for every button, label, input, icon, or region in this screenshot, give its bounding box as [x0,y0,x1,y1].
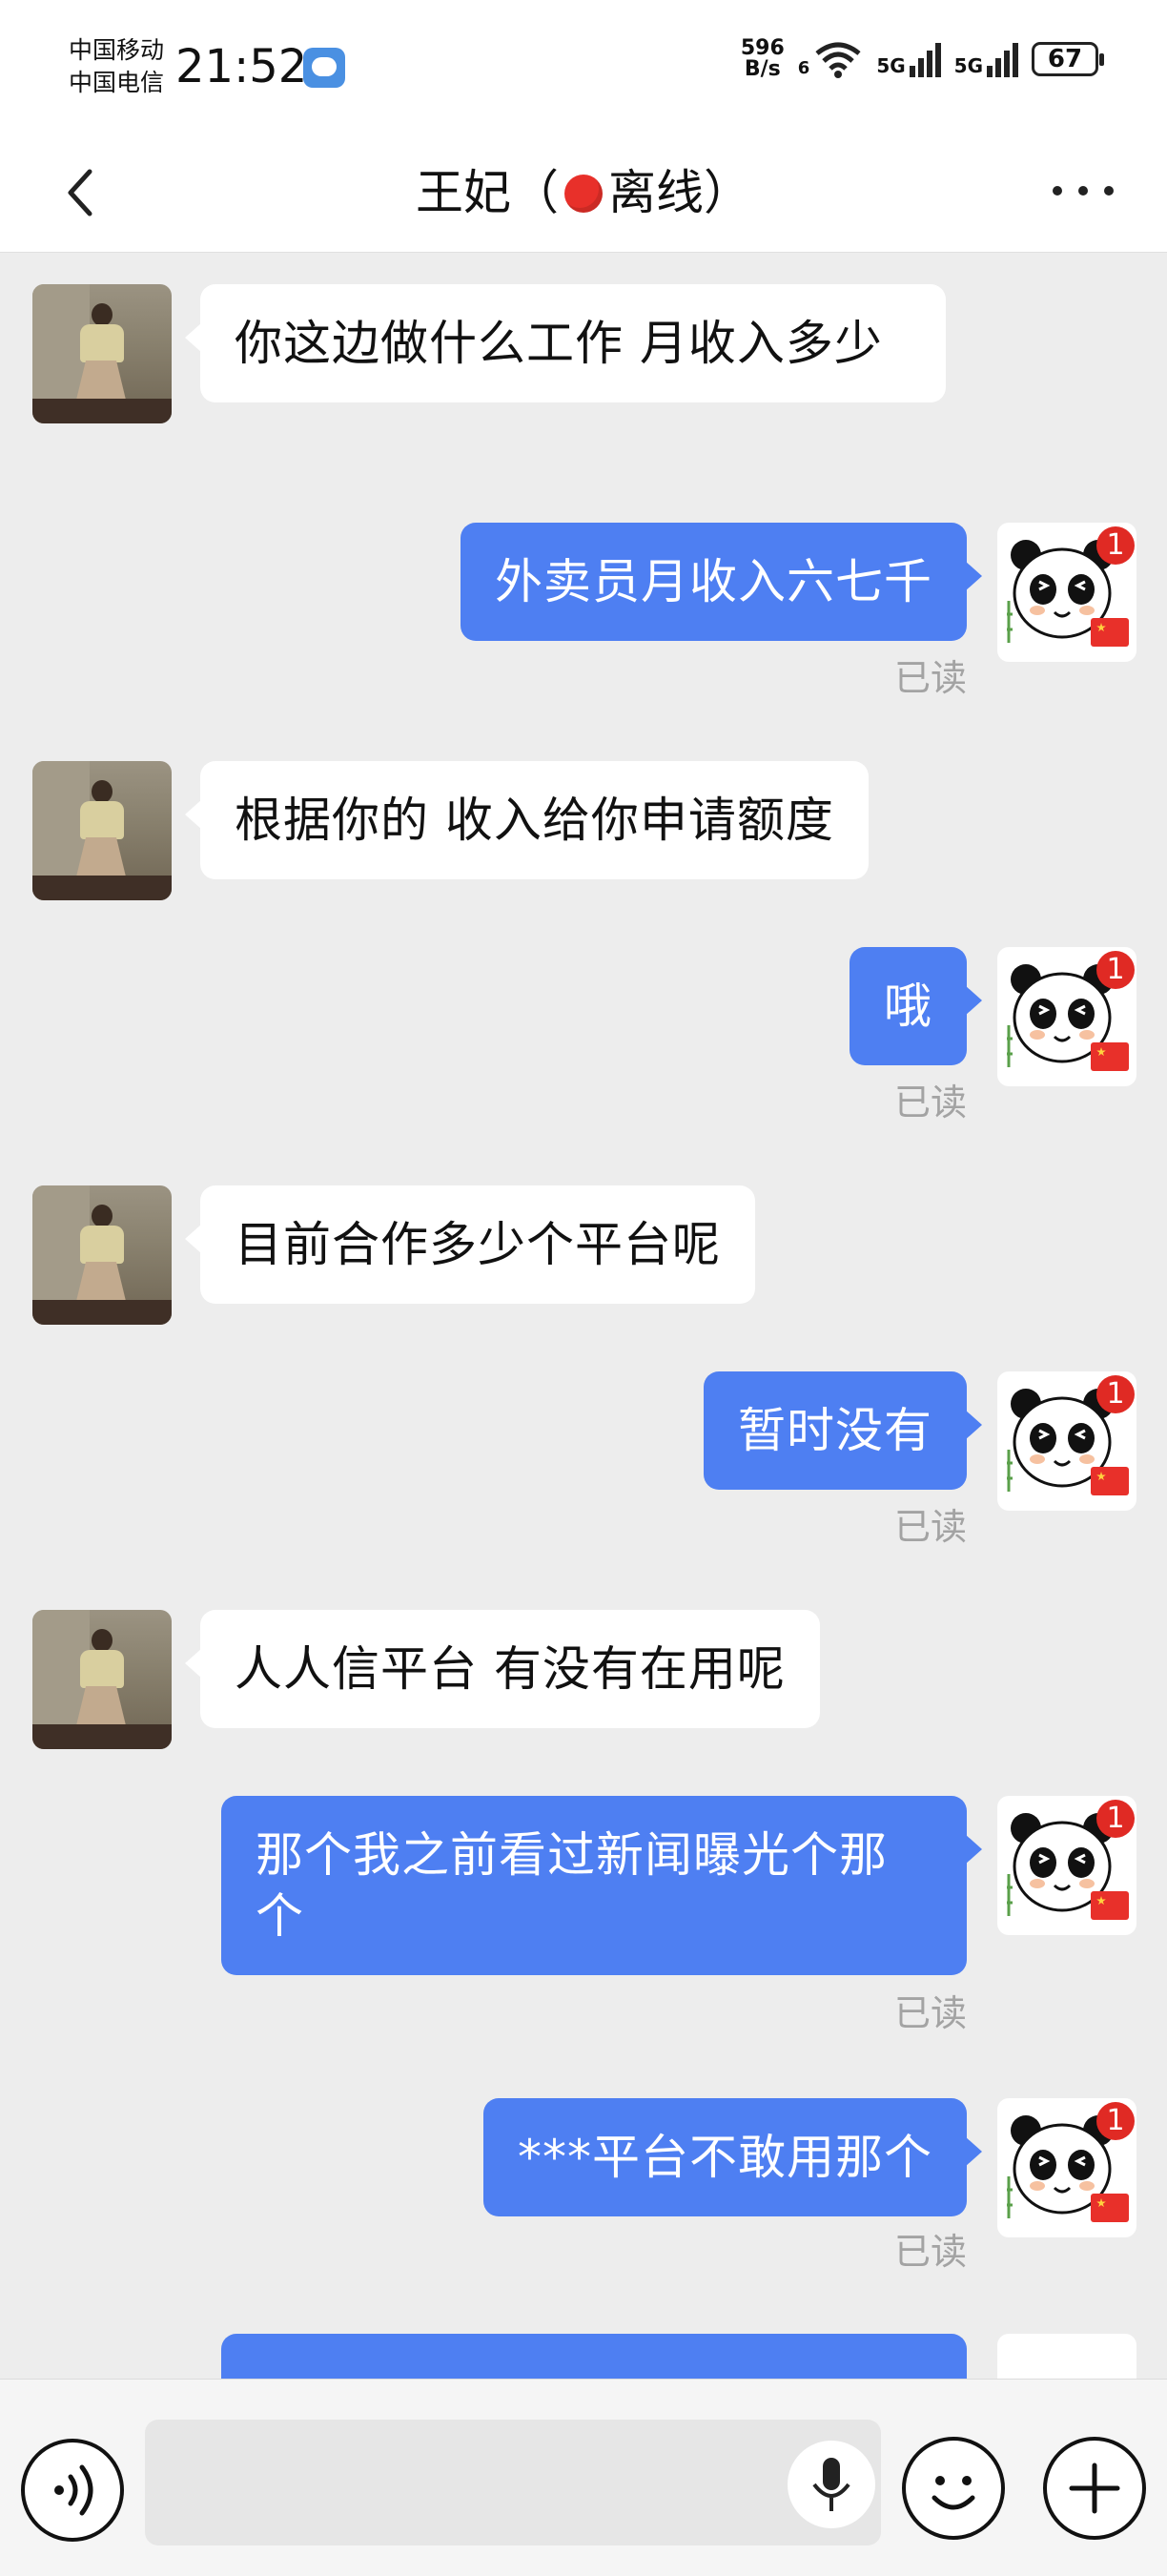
message-bubble-received[interactable]: 人人信平台 有没有在用呢 [185,1610,820,1728]
user-avatar-partial[interactable] [997,2334,1136,2379]
status-indicators: 596 B/s 6 5G 5G 67 [741,38,1104,80]
microphone-icon [812,2458,850,2511]
user-avatar[interactable]: 1 [997,523,1136,662]
message-bubble-sent-partial[interactable] [221,2334,967,2379]
user-avatar[interactable]: 1 [997,1796,1136,1935]
carrier-1: 中国移动 [69,36,165,64]
wifi-indicator: 6 [798,40,864,78]
microphone-button[interactable] [788,2441,875,2528]
message-bubble-sent[interactable]: 哦 [850,947,982,1065]
china-flag-icon [1091,2194,1129,2222]
offline-status-dot-icon [564,175,603,213]
message-bubble-received[interactable]: 目前合作多少个平台呢 [185,1185,755,1304]
china-flag-icon [1091,1891,1129,1920]
unread-badge: 1 [1096,2102,1135,2140]
contact-status: 离线） [608,165,751,220]
message-bubble-received[interactable]: 根据你的 收入给你申请额度 [185,761,869,879]
battery-icon: 67 [1032,42,1104,76]
read-receipt: 已读 [893,657,967,699]
emoji-button[interactable] [902,2437,1005,2540]
message-bubble-sent[interactable]: 暂时没有 [704,1371,982,1490]
message-bubble-received[interactable]: 你这边做什么工作 月收入多少 [185,284,946,402]
contact-avatar[interactable] [32,1610,172,1749]
signal-bars-icon [987,41,1018,77]
chat-header: 王妃（ 离线） [0,134,1167,253]
network-speed-unit: B/s [744,57,781,81]
status-bar: 中国移动 中国电信 21:52 596 B/s 6 5G 5G 67 [0,0,1167,134]
contact-avatar[interactable] [32,1185,172,1325]
message-bubble-sent[interactable]: 外卖员月收入六七千 [461,523,982,641]
unread-badge: 1 [1096,1800,1135,1838]
wifi-label: 6 [797,58,810,78]
contact-avatar[interactable] [32,284,172,423]
plus-icon [1069,2463,1120,2514]
read-receipt: 已读 [893,1506,967,1548]
china-flag-icon [1091,618,1129,647]
read-receipt: 已读 [893,1082,967,1123]
more-options-icon[interactable] [1053,181,1114,200]
chat-title: 王妃（ 离线） [0,156,1167,229]
message-notification-icon [303,48,345,88]
message-bubble-sent[interactable]: ***平台不敢用那个 [483,2098,982,2216]
wifi-icon [815,42,861,78]
user-avatar[interactable]: 1 [997,1371,1136,1511]
read-receipt: 已读 [893,2231,967,2273]
network-speed: 596 B/s [741,38,785,80]
signal-1-label: 5G [876,54,906,77]
unread-badge: 1 [1096,951,1135,989]
user-avatar[interactable]: 1 [997,947,1136,1086]
unread-badge: 1 [1096,526,1135,565]
message-text-field[interactable] [145,2420,881,2545]
china-flag-icon [1091,1467,1129,1495]
china-flag-icon [1091,1042,1129,1071]
signal-indicator-1: 5G [876,41,941,77]
voice-mode-button[interactable] [21,2439,124,2542]
read-receipt: 已读 [893,1992,967,2034]
voice-icon [54,2464,93,2516]
status-time: 21:52 [175,40,308,93]
message-input-bar [0,2379,1167,2576]
signal-indicator-2: 5G [954,41,1018,77]
carrier-2: 中国电信 [69,69,165,96]
signal-bars-icon [909,41,941,77]
signal-2-label: 5G [953,54,983,77]
emoji-icon [932,2476,975,2510]
unread-badge: 1 [1096,1375,1135,1413]
user-avatar[interactable]: 1 [997,2098,1136,2237]
message-list[interactable]: 你这边做什么工作 月收入多少 外卖员月收入六七千 1 已读 根据你的 收入给你申… [0,253,1167,2379]
carrier-labels: 中国移动 中国电信 [69,34,164,99]
message-bubble-sent[interactable]: 那个我之前看过新闻曝光个那个 [221,1796,982,1975]
network-speed-value: 596 [740,36,785,60]
more-actions-button[interactable] [1043,2437,1146,2540]
contact-avatar[interactable] [32,761,172,900]
contact-name: 王妃（ [416,165,559,220]
